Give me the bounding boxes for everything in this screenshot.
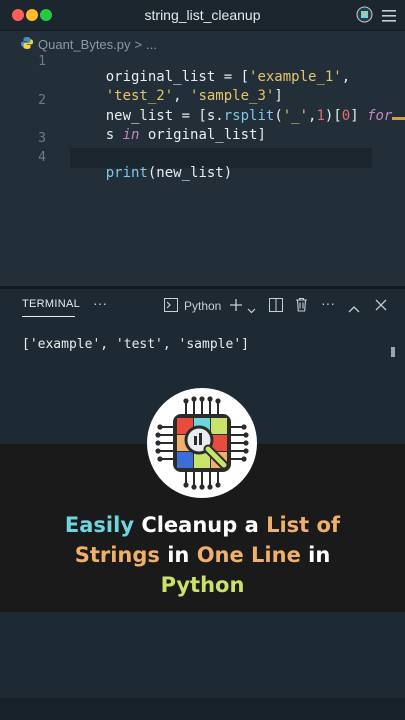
add-icon[interactable] (229, 298, 243, 317)
code-token: 1 (316, 108, 325, 124)
headline-word: Python (160, 573, 245, 597)
code-token: 0 (341, 108, 351, 124)
headline-word: One Line (196, 543, 301, 567)
breadcrumb-file[interactable]: Quant_Bytes.py (38, 37, 131, 52)
headline-word: in (300, 543, 331, 567)
line-number: 1 (38, 54, 46, 69)
headline-word: Easily (64, 513, 135, 537)
headline-line: Python (0, 570, 405, 600)
headline-word: in (159, 543, 197, 567)
python-file-icon (20, 36, 34, 53)
code-token: , (341, 69, 351, 85)
headline-line: Easily Cleanup a List of (0, 510, 405, 540)
line-number: 3 (38, 131, 46, 146)
code-token: (new_list) (147, 165, 233, 181)
chevron-up-icon[interactable] (348, 300, 360, 318)
panel-tab-bar: TERMINAL ··· Python ··· (0, 289, 405, 321)
menu-icon[interactable] (382, 9, 396, 27)
headline-word: Cleanup a (134, 513, 267, 537)
more-tabs-button[interactable]: ··· (93, 295, 107, 311)
headline-word: List of (266, 513, 341, 537)
tab-terminal[interactable]: TERMINAL (22, 298, 80, 310)
title-bar: string_list_cleanup (0, 0, 405, 31)
more-icon[interactable]: ··· (321, 295, 335, 311)
logo-icon (147, 388, 257, 498)
code-token: for (367, 108, 393, 124)
breadcrumb-separator: > (134, 36, 143, 52)
terminal-scrollbar[interactable] (391, 347, 395, 357)
shell-label[interactable]: Python (184, 299, 221, 313)
breadcrumb-rest[interactable]: ... (146, 37, 157, 52)
breadcrumb: Quant_Bytes.py > ... (20, 34, 157, 54)
line-number: 2 (38, 93, 46, 108)
split-icon[interactable] (269, 298, 283, 317)
code-line[interactable]: print(new_list) (72, 149, 232, 197)
terminal-icon[interactable] (164, 298, 178, 317)
extension-icon[interactable] (356, 6, 373, 28)
terminal-output[interactable]: ['example', 'test', 'sample'] (22, 337, 249, 352)
window-title: string_list_cleanup (144, 7, 261, 23)
banner-headline: Easily Cleanup a List of Strings in One … (0, 510, 405, 600)
chevron-down-icon[interactable] (247, 301, 256, 319)
line-number: 4 (38, 150, 46, 165)
trash-icon[interactable] (295, 297, 308, 317)
code-token: in (122, 127, 140, 143)
code-editor[interactable]: Quant_Bytes.py > ... 1 2 3 4 original_li… (0, 31, 405, 286)
code-token: original_list] (139, 127, 266, 143)
code-token: s (105, 127, 123, 143)
code-token: ] (350, 108, 368, 124)
headline-word: Strings (74, 543, 160, 567)
code-token: '_' (282, 108, 309, 124)
status-area (0, 698, 405, 720)
code-token: )[ (324, 108, 342, 124)
tab-underline (22, 316, 75, 317)
scroll-marker (392, 117, 405, 120)
headline-line: Strings in One Line in (0, 540, 405, 570)
close-icon[interactable] (375, 298, 387, 316)
code-token: print (105, 165, 148, 181)
code-token: ( (274, 108, 283, 124)
